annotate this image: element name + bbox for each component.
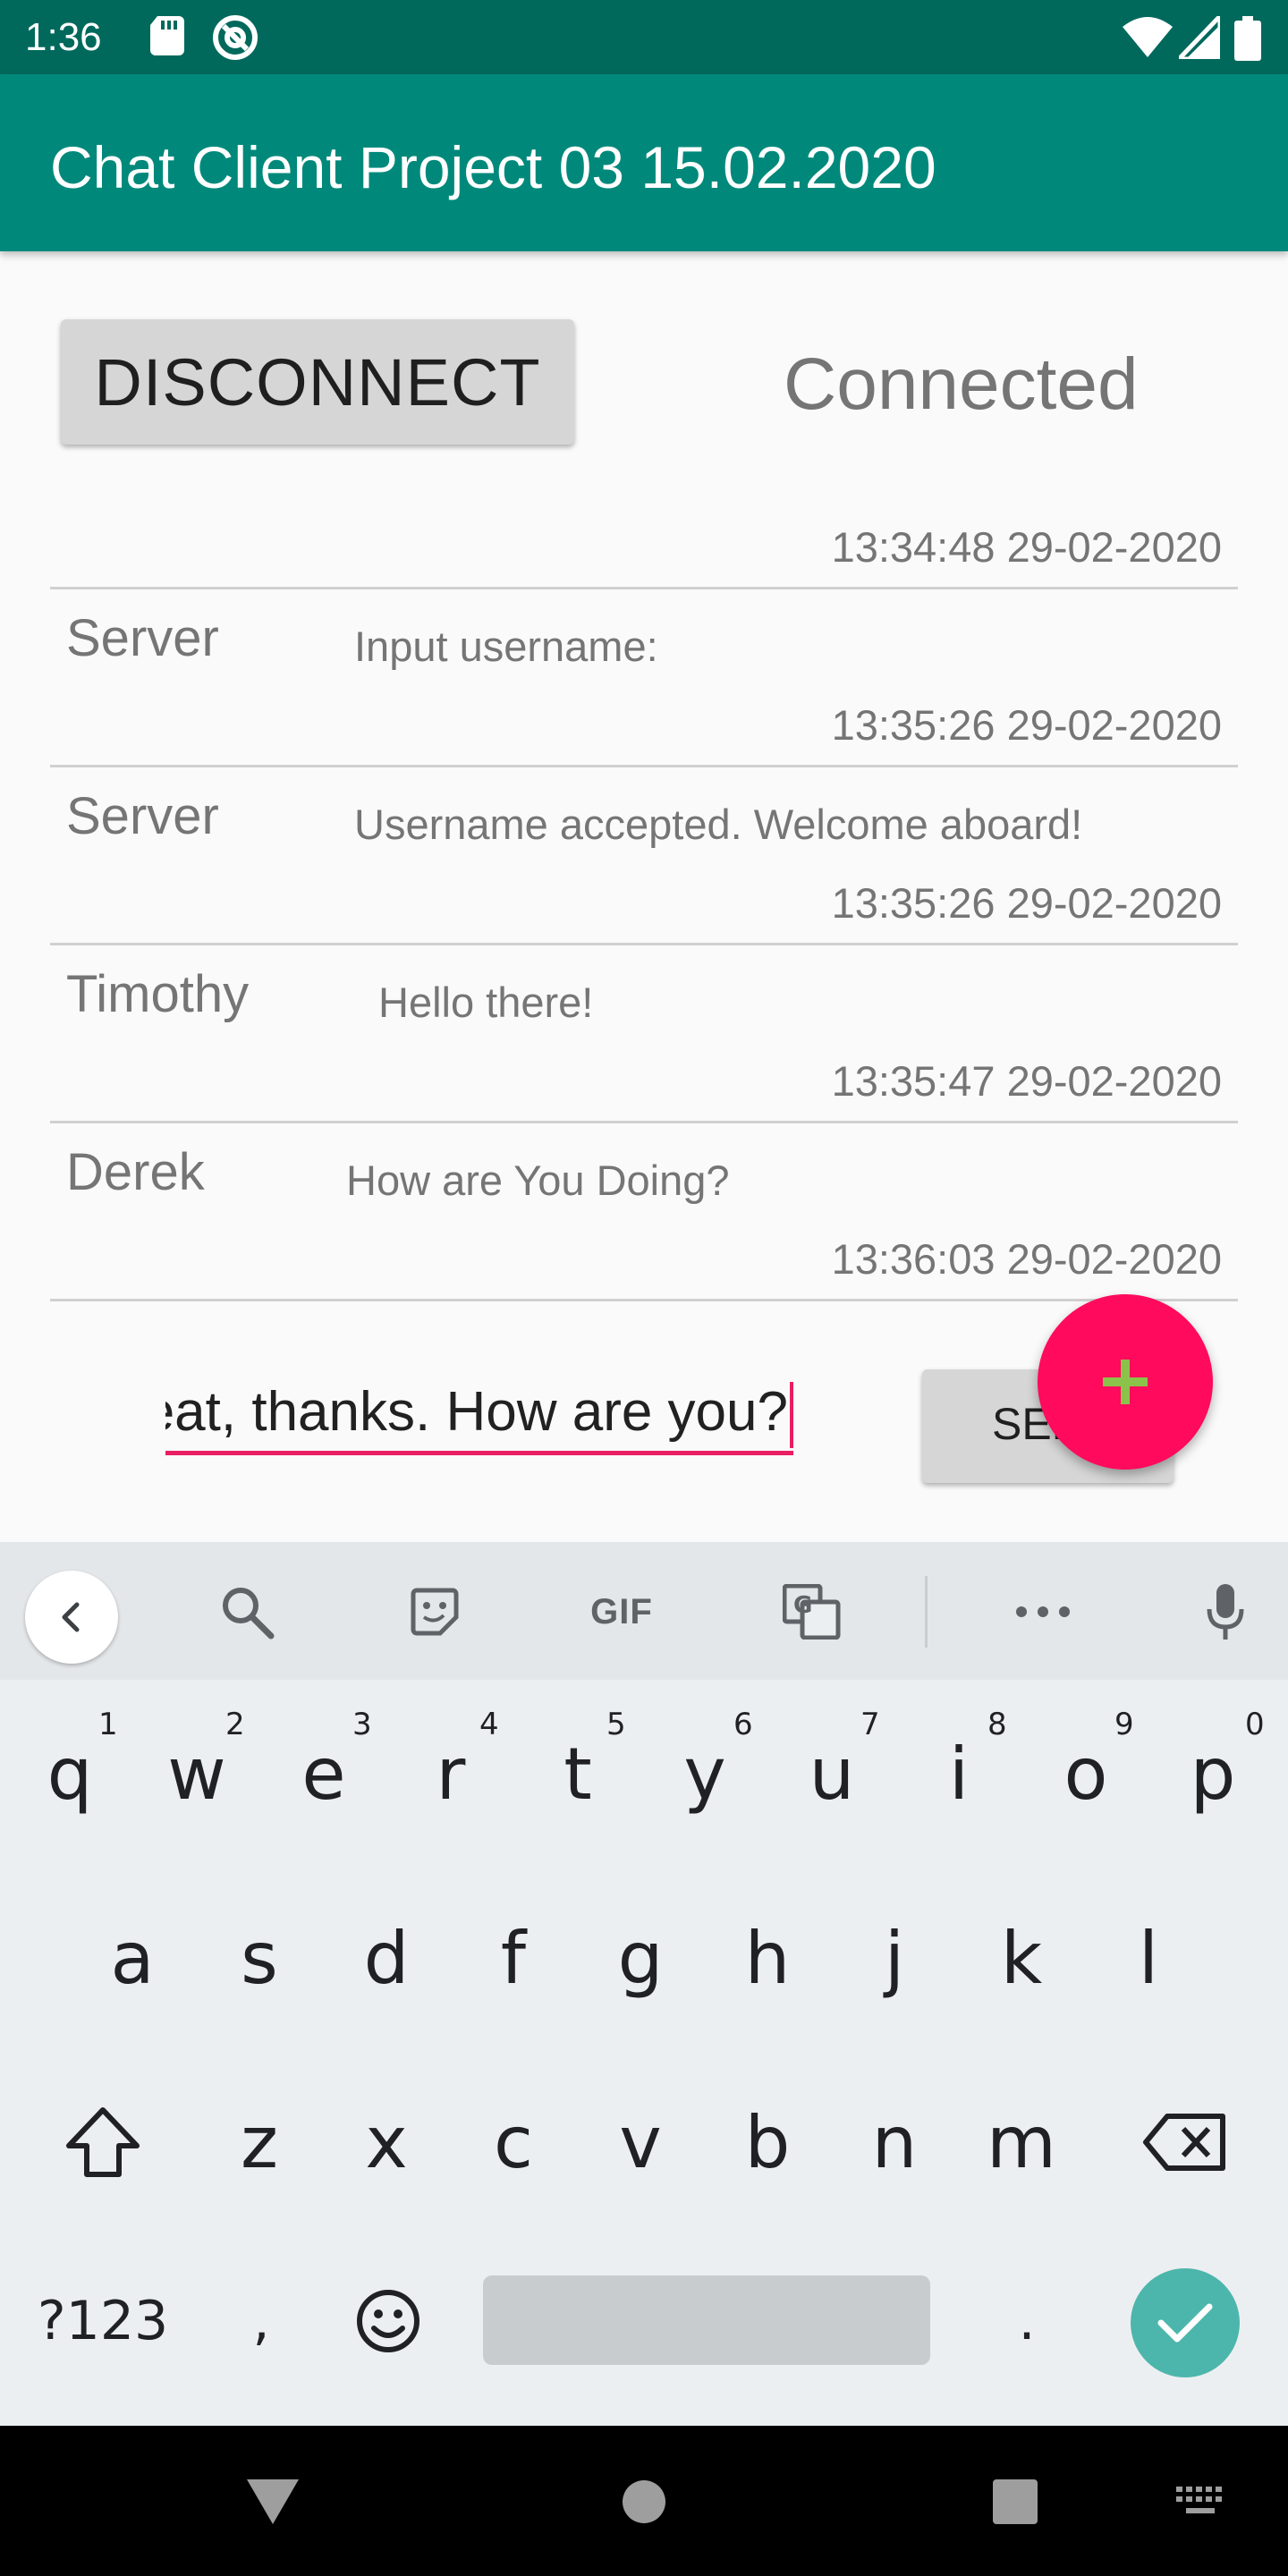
disconnect-button[interactable]: DISCONNECT [61, 319, 574, 445]
key-z[interactable]: z [197, 2066, 322, 2218]
shift-key[interactable] [36, 2075, 170, 2209]
key-a[interactable]: a [70, 1882, 195, 2034]
backspace-icon [1143, 2114, 1225, 2171]
message-item: Server Input username: 13:35:26 29-02-20… [50, 589, 1238, 767]
microphone-icon [1207, 1584, 1244, 1640]
status-bar: 1:36 [0, 0, 1288, 74]
message-text: Input username: [354, 623, 658, 670]
home-circle-icon [623, 2480, 665, 2523]
key-period[interactable]: . [964, 2245, 1089, 2397]
translate-icon: G [783, 1584, 841, 1640]
key-s[interactable]: s [197, 1882, 322, 2034]
plus-icon [1103, 1360, 1148, 1404]
svg-text:G: G [793, 1592, 812, 1619]
connection-status: Connected [784, 343, 1139, 425]
emoji-key[interactable] [343, 2272, 433, 2370]
message-timestamp: 13:35:47 29-02-2020 [831, 1057, 1222, 1105]
key-g[interactable]: g [578, 1882, 703, 2034]
enter-key[interactable] [1131, 2268, 1240, 2377]
key-f[interactable]: f [451, 1882, 576, 2034]
backspace-key[interactable] [1118, 2075, 1252, 2209]
recents-square-icon [993, 2479, 1038, 2524]
message-item: Derek How are You Doing? 13:36:03 29-02-… [50, 1123, 1238, 1301]
key-c[interactable]: c [451, 2066, 576, 2218]
battery-icon [1234, 16, 1261, 61]
key-b[interactable]: b [705, 2066, 830, 2218]
key-hint: 5 [606, 1707, 626, 1742]
key-hint: 2 [225, 1707, 245, 1742]
message-list[interactable]: 13:34:48 29-02-2020 Server Input usernam… [50, 501, 1238, 1301]
keyboard-search-button[interactable] [211, 1581, 283, 1642]
message-text: Username accepted. Welcome aboard! [354, 801, 1083, 848]
key-x[interactable]: x [324, 2066, 449, 2218]
key-hint: 1 [98, 1707, 118, 1742]
app-bar: Chat Client Project 03 15.02.2020 [0, 74, 1288, 251]
status-time: 1:36 [25, 15, 102, 59]
key-l[interactable]: l [1086, 1882, 1211, 2034]
key-n[interactable]: n [832, 2066, 957, 2218]
keyboard-gif-button[interactable]: GIF [572, 1581, 671, 1642]
message-sender: Server [66, 787, 219, 845]
message-timestamp: 13:34:48 29-02-2020 [831, 523, 1222, 571]
message-sender: Timothy [66, 965, 250, 1023]
key-hint: 4 [479, 1707, 499, 1742]
keyboard-more-button[interactable] [1007, 1581, 1079, 1642]
nav-keyboard-switcher-button[interactable] [1174, 2470, 1227, 2533]
at-sign-icon [213, 15, 258, 60]
message-input-text: eat, thanks. How are you? [165, 1381, 788, 1443]
wifi-icon [1123, 17, 1173, 57]
key-hint: 7 [860, 1707, 880, 1742]
checkmark-icon [1157, 2303, 1213, 2343]
smiley-icon [357, 2290, 419, 2352]
key-comma[interactable]: , [199, 2245, 324, 2397]
message-item: Server Username accepted. Welcome aboard… [50, 767, 1238, 945]
more-horizontal-icon [1016, 1606, 1070, 1617]
navigation-bar [0, 2426, 1288, 2576]
back-triangle-icon [247, 2479, 299, 2524]
keyboard-translate-button[interactable]: G [776, 1581, 848, 1642]
chevron-left-icon [62, 1602, 80, 1632]
keyboard-voice-button[interactable] [1190, 1581, 1261, 1642]
key-d[interactable]: d [324, 1882, 449, 2034]
toolbar-divider [925, 1576, 928, 1648]
add-fab-button[interactable] [1038, 1294, 1213, 1470]
signal-icon [1179, 16, 1220, 59]
search-icon [223, 1588, 275, 1640]
message-sender: Derek [66, 1143, 205, 1201]
message-text: Hello there! [378, 979, 594, 1026]
symbols-key[interactable]: ?123 [18, 2272, 188, 2370]
message-timestamp: 13:36:03 29-02-2020 [831, 1235, 1222, 1283]
key-hint: 6 [733, 1707, 753, 1742]
message-timestamp: 13:35:26 29-02-2020 [831, 879, 1222, 927]
key-k[interactable]: k [959, 1882, 1084, 2034]
key-j[interactable]: j [832, 1882, 957, 2034]
key-hint: 8 [987, 1707, 1007, 1742]
keyboard-sticker-button[interactable] [399, 1581, 470, 1642]
key-v[interactable]: v [578, 2066, 703, 2218]
keyboard-collapse-button[interactable] [25, 1571, 118, 1664]
shift-arrow-icon [66, 2107, 140, 2177]
key-m[interactable]: m [959, 2066, 1084, 2218]
keyboard-icon [1176, 2487, 1222, 2513]
sticker-icon [411, 1588, 459, 1636]
nav-recents-button[interactable] [988, 2470, 1042, 2533]
gif-label: GIF [590, 1591, 653, 1631]
key-h[interactable]: h [705, 1882, 830, 2034]
key-hint: 0 [1245, 1707, 1265, 1742]
text-cursor [790, 1382, 793, 1448]
nav-home-button[interactable] [617, 2470, 671, 2533]
nav-back-button[interactable] [242, 2470, 304, 2533]
message-item: 13:34:48 29-02-2020 [50, 501, 1238, 589]
sd-card-icon [150, 16, 184, 55]
space-key[interactable] [483, 2275, 930, 2365]
keyboard-toolbar: GIF G [0, 1542, 1288, 1680]
message-item: Timothy Hello there! 13:35:47 29-02-2020 [50, 945, 1238, 1123]
key-hint: 3 [352, 1707, 372, 1742]
message-input[interactable]: eat, thanks. How are you? [165, 1375, 793, 1455]
message-timestamp: 13:35:26 29-02-2020 [831, 701, 1222, 749]
key-hint: 9 [1114, 1707, 1134, 1742]
message-sender: Server [66, 609, 219, 667]
app-title: Chat Client Project 03 15.02.2020 [50, 134, 936, 200]
message-text: How are You Doing? [346, 1157, 730, 1204]
